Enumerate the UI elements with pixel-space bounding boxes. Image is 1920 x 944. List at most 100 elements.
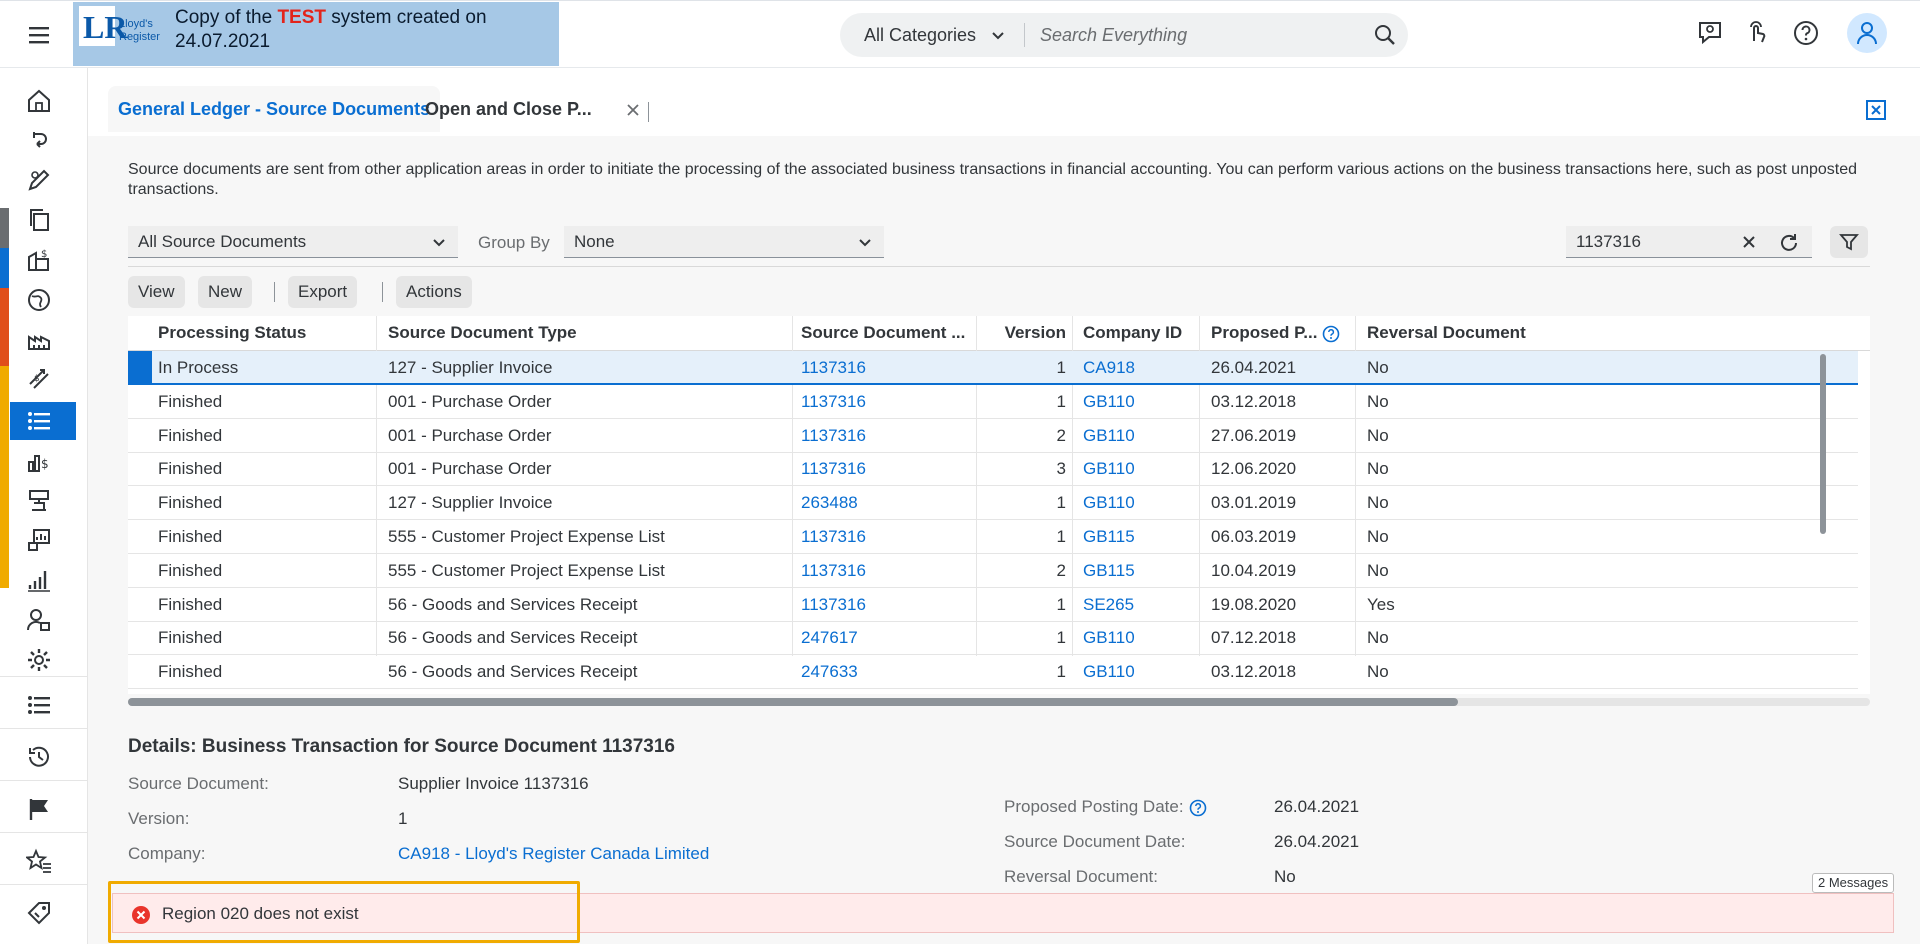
cell-doc[interactable]: 1137316 [795, 452, 975, 486]
export-button[interactable]: Export [288, 276, 358, 308]
group-by-select[interactable]: None [564, 226, 884, 258]
touch-icon[interactable] [1744, 19, 1770, 45]
column-header-source-document-type[interactable]: Source Document Type [382, 316, 792, 350]
search-icon[interactable] [1374, 24, 1396, 46]
table-search-field[interactable]: 1137316 [1566, 226, 1812, 258]
row-selector[interactable] [128, 621, 152, 655]
source-documents-select[interactable]: All Source Documents [128, 226, 458, 258]
sidebar-item-factory[interactable] [0, 321, 88, 359]
table-row[interactable]: Finished 001 - Purchase Order 1137316 2 GB11… [128, 419, 1858, 453]
help-icon[interactable] [1322, 325, 1340, 343]
column-header-reversal-document[interactable]: Reversal Document [1361, 316, 1661, 350]
cell-date: 12.06.2020 [1211, 459, 1297, 479]
chevron-down-icon[interactable] [990, 27, 1006, 43]
new-button[interactable]: New [198, 276, 253, 308]
help-icon[interactable] [1189, 799, 1207, 817]
cell-company[interactable]: SE265 [1077, 588, 1199, 622]
horizontal-scrollbar-thumb[interactable] [128, 698, 1458, 706]
table-row[interactable]: In Process 127 - Supplier Invoice 1137316 1… [128, 351, 1858, 385]
actions-button[interactable]: Actions [396, 276, 472, 308]
sidebar-item-exchange[interactable]: $ [0, 360, 88, 398]
row-selector[interactable] [128, 419, 152, 453]
cell-company[interactable]: GB115 [1077, 554, 1199, 588]
sidebar-item-analytics[interactable] [0, 561, 88, 599]
cell-company[interactable]: GB110 [1077, 452, 1199, 486]
cell-doc[interactable]: 1137316 [795, 554, 975, 588]
cell-doc[interactable]: 247633 [795, 655, 975, 689]
table-row[interactable]: Finished 555 - Customer Project Expense L… [128, 520, 1858, 554]
cell-company[interactable]: GB115 [1077, 520, 1199, 554]
cell-doc[interactable]: 1137316 [795, 385, 975, 419]
company-link[interactable]: CA918 - Lloyd's Register Canada Limited [398, 844, 709, 864]
sidebar-item-cost[interactable] [0, 481, 88, 519]
sidebar-item-tags[interactable] [0, 894, 88, 932]
sidebar-item-favorites[interactable] [0, 842, 88, 880]
column-header-processing-status[interactable]: Processing Status [152, 316, 376, 350]
sidebar-item-chart[interactable] [0, 521, 88, 559]
cell-doc[interactable]: 1137316 [795, 351, 975, 385]
sidebar-item-refresh[interactable] [0, 122, 88, 160]
table-row[interactable]: Finished 56 - Goods and Services Receipt 1… [128, 588, 1858, 622]
cell-company[interactable]: CA918 [1077, 351, 1199, 385]
tab-general-ledger[interactable]: General Ledger - Source Documents [108, 86, 441, 132]
column-header-proposed-posting-date[interactable]: Proposed P... [1205, 316, 1320, 350]
row-selector[interactable] [128, 486, 152, 520]
cell-doc[interactable]: 1137316 [795, 419, 975, 453]
view-button[interactable]: View [128, 276, 185, 308]
table-row[interactable]: Finished 127 - Supplier Invoice 263488 1 GB1… [128, 486, 1858, 521]
sidebar-item-source-documents[interactable] [0, 402, 88, 440]
row-selector[interactable] [128, 655, 152, 689]
cell-company[interactable]: GB110 [1077, 419, 1199, 453]
messages-count-button[interactable]: 2 Messages [1812, 873, 1895, 893]
cell-company[interactable]: GB110 [1077, 486, 1199, 520]
refresh-icon[interactable] [1778, 232, 1800, 254]
row-selector[interactable] [128, 351, 152, 385]
column-header-source-document[interactable]: Source Document ... [795, 316, 975, 350]
cell-doc[interactable]: 263488 [795, 486, 975, 520]
cell-company[interactable]: GB110 [1077, 655, 1199, 689]
help-icon[interactable] [1792, 19, 1820, 47]
tab-divider [648, 102, 649, 122]
cell-doc[interactable]: 1137316 [795, 588, 975, 622]
user-avatar[interactable] [1847, 13, 1887, 53]
row-selector[interactable] [128, 452, 152, 486]
table-search-value[interactable]: 1137316 [1576, 226, 1736, 258]
sidebar-item-settings[interactable] [0, 641, 88, 679]
table-row[interactable]: Finished 56 - Goods and Services Receipt 2… [128, 621, 1858, 656]
sidebar-item-apps[interactable] [0, 686, 88, 724]
row-selector[interactable] [128, 385, 152, 419]
sidebar-item-user-lock[interactable] [0, 601, 88, 639]
search-input[interactable] [1040, 20, 1360, 50]
cell-company[interactable]: GB110 [1077, 621, 1199, 655]
sidebar-item-history[interactable] [0, 738, 88, 776]
filter-button[interactable] [1830, 226, 1868, 258]
group-by-label: Group By [478, 233, 550, 252]
cell-company[interactable]: GB110 [1077, 385, 1199, 419]
menu-icon[interactable] [25, 23, 55, 49]
category-select[interactable]: All Categories [864, 13, 976, 57]
clear-icon[interactable] [1742, 235, 1756, 249]
table-row[interactable]: Finished 001 - Purchase Order 1137316 1 GB11… [128, 385, 1858, 419]
feedback-icon[interactable] [1697, 19, 1723, 45]
cell-doc[interactable]: 247617 [795, 621, 975, 655]
column-header-version[interactable]: Version [980, 316, 1072, 350]
row-selector[interactable] [128, 520, 152, 554]
row-selector[interactable] [128, 554, 152, 588]
sidebar-item-billing[interactable]: $ [0, 241, 88, 279]
column-header-company-id[interactable]: Company ID [1077, 316, 1199, 350]
sidebar-item-edit[interactable] [0, 161, 88, 199]
sidebar-item-globe[interactable] [0, 281, 88, 319]
row-selector[interactable] [128, 588, 152, 622]
table-row[interactable]: Finished 56 - Goods and Services Receipt 2… [128, 655, 1858, 690]
table-row[interactable]: Finished 001 - Purchase Order 1137316 3 GB11… [128, 452, 1858, 487]
sidebar-item-copy[interactable] [0, 201, 88, 239]
close-all-tabs-icon[interactable] [1864, 98, 1888, 122]
close-icon[interactable] [626, 103, 640, 117]
cell-doc[interactable]: 1137316 [795, 520, 975, 554]
sidebar-item-flag[interactable] [0, 790, 88, 828]
table-row[interactable]: Finished 555 - Customer Project Expense L… [128, 554, 1858, 588]
sidebar-item-money[interactable]: $ [0, 442, 88, 480]
vertical-scrollbar-thumb[interactable] [1820, 354, 1826, 534]
tab-open-close-periods[interactable]: Open and Close P... [425, 86, 592, 132]
sidebar-item-home[interactable] [0, 82, 88, 120]
